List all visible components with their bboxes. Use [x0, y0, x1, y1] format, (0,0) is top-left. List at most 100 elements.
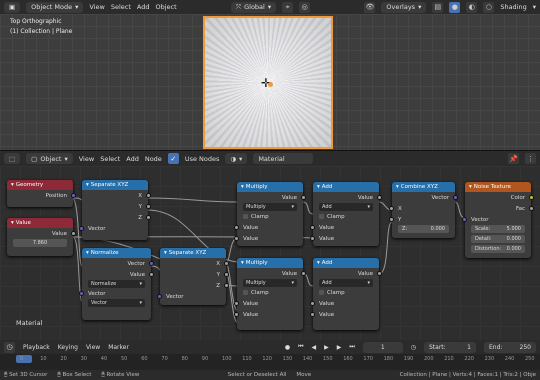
timeline-tick: 230 — [484, 356, 495, 362]
snap-node-icon[interactable]: ⋮ — [525, 153, 536, 164]
vector-select[interactable]: Vector ▾ — [88, 299, 145, 307]
distortion-field[interactable]: Distortion: 0.000 — [471, 245, 525, 253]
separate-xyz-node-2[interactable]: ▾ Separate XYZ X Y Z Vector — [157, 248, 229, 305]
normalize-op-select[interactable]: Normalize ▾ — [88, 280, 145, 288]
clamp-checkbox[interactable]: Clamp — [313, 211, 379, 222]
timeline-tick: 110 — [242, 356, 252, 362]
current-frame-field[interactable]: 1 — [362, 341, 403, 353]
material-sphere-icon: ◑ — [230, 154, 237, 163]
add-node-1[interactable]: ▾ Add Value Add ▾ Clamp Value Value — [310, 182, 382, 246]
proportional-icon[interactable]: ◎ — [299, 1, 311, 13]
rendered-shading-icon[interactable]: ○ — [483, 1, 495, 13]
node-editor-type-button[interactable]: ⬚ — [4, 153, 21, 164]
timeline-tick: 50 — [121, 356, 128, 362]
noise-texture-node[interactable]: ▾ Noise Texture Color Fac Vector Scale: 5.… — [462, 182, 534, 258]
node-editor-canvas[interactable]: ▾ Geometry Position ▾ Value Value 7.860 ▾ S… — [0, 166, 540, 341]
add-node-2[interactable]: ▾ Add Value Add ▾ Clamp Value Value — [310, 258, 382, 330]
menu-add[interactable]: Add — [137, 3, 150, 11]
geometry-node[interactable]: ▾ Geometry Position — [7, 180, 76, 207]
node-icon: ⬚ — [9, 154, 16, 163]
next-key-icon[interactable]: ▶ — [337, 344, 342, 351]
orientation-select[interactable]: ⤧ Global ▾ — [230, 1, 277, 13]
clamp-checkbox[interactable]: Clamp — [237, 287, 303, 298]
jump-start-icon[interactable]: ⏮ — [298, 343, 303, 351]
status-item: 🖱 Set 3D Cursor — [4, 371, 48, 378]
multiply-node-1[interactable]: ▾ Multiply Value Multiply ▾ Clamp Value Va… — [234, 182, 306, 246]
clamp-checkbox[interactable]: Clamp — [237, 211, 303, 222]
shading-menu[interactable]: Shading — [500, 3, 526, 11]
xray-icon[interactable]: ▤ — [432, 1, 444, 13]
play-icon[interactable]: ▶ — [324, 344, 329, 351]
value-node[interactable]: ▾ Value Value 7.860 — [7, 218, 76, 256]
timeline-tick: 150 — [323, 356, 333, 362]
editor-type-button[interactable]: ▣ — [4, 1, 21, 13]
object-icon: ▢ — [31, 154, 38, 163]
material-shading-icon[interactable]: ◐ — [466, 1, 478, 13]
math-op-select[interactable]: Add ▾ — [319, 203, 373, 211]
separate-xyz-node[interactable]: ▾ Separate XYZ X Y Z Vector — [79, 180, 151, 240]
timeline-tick: 80 — [181, 356, 188, 362]
timeline-tick: 240 — [504, 356, 515, 362]
menu-view[interactable]: View — [89, 3, 104, 11]
menu-select[interactable]: Select — [111, 3, 131, 11]
use-nodes-checkbox[interactable]: ✓ — [167, 153, 179, 164]
eye-icon[interactable]: 👁 — [364, 1, 376, 13]
z-field[interactable]: Z: 0.000 — [398, 225, 449, 233]
menu-object[interactable]: Object — [155, 3, 176, 11]
timeline-tick: 250 — [525, 356, 535, 362]
timeline-tick: 70 — [161, 356, 168, 362]
overlays-button[interactable]: Overlays ▾ — [381, 1, 427, 13]
node-menu-add[interactable]: Add — [126, 155, 139, 163]
scene-info: Collection | Plane | Verts:4 | Faces:1 |… — [399, 372, 537, 378]
timeline-tick: 100 — [222, 356, 232, 362]
snap-icon[interactable]: ⌖ — [282, 1, 294, 13]
scale-field[interactable]: Scale: 5.000 — [471, 225, 525, 233]
node-menu-select[interactable]: Select — [100, 155, 120, 163]
timeline-playback[interactable]: Playback — [23, 344, 50, 351]
preview-range-icon[interactable]: ◷ — [411, 344, 416, 351]
multiply-node-2[interactable]: ▾ Multiply Value Multiply ▾ Clamp Value Va… — [234, 258, 306, 330]
clamp-checkbox[interactable]: Clamp — [313, 287, 379, 298]
timeline-tick: 140 — [302, 356, 313, 362]
timeline-tick: 20 — [60, 356, 67, 362]
timeline-tick: 90 — [201, 356, 209, 362]
detail-field[interactable]: Detail: 0.000 — [471, 235, 525, 243]
math-op-select[interactable]: Multiply ▾ — [243, 203, 297, 211]
timeline-keying[interactable]: Keying — [58, 344, 78, 351]
timeline-tick: 10 — [40, 356, 47, 362]
timeline-marker[interactable]: Marker — [108, 344, 129, 351]
node-menu-view[interactable]: View — [79, 155, 94, 163]
timeline-ruler[interactable]: 0 10 20 30 40 50 60 70 80 90 100 110 120 130 140 150 160… — [0, 354, 540, 370]
timeline-tick: 180 — [383, 356, 394, 362]
playhead[interactable] — [16, 355, 32, 363]
value-field[interactable]: 7.860 — [13, 239, 67, 247]
prev-key-icon[interactable]: ◀ — [311, 344, 316, 351]
viewport-header: ▣ Object Mode ▾ View Select Add Object ⤧… — [0, 0, 540, 14]
math-op-select[interactable]: Multiply ▾ — [243, 279, 297, 287]
timeline-view[interactable]: View — [86, 344, 100, 351]
3d-viewport[interactable]: Top Orthographic (1) Collection | Plane … — [0, 14, 540, 150]
use-nodes-label: Use Nodes — [184, 154, 220, 163]
view-name: Top Orthographic — [10, 18, 62, 25]
normalize-node[interactable]: ▾ Normalize Vector Value Normalize ▾ Vecto… — [79, 248, 154, 320]
end-frame-field[interactable]: End: 250 — [484, 341, 536, 353]
pin-icon[interactable]: 📌 — [508, 153, 519, 164]
combine-xyz-node[interactable]: ▾ Combine XYZ Vector X Y Z: 0.000 — [389, 182, 458, 238]
jump-end-icon[interactable]: ⏭ — [349, 343, 354, 351]
material-name-field[interactable]: Material — [253, 153, 314, 164]
node-menu-node[interactable]: Node — [145, 155, 162, 163]
start-frame-field[interactable]: Start: 1 — [424, 341, 476, 353]
mode-select[interactable]: Object Mode ▾ — [26, 1, 84, 13]
timeline-tick: 120 — [262, 356, 272, 362]
transform-icon: ⤧ — [235, 2, 242, 11]
clock-icon[interactable]: ◷ — [4, 341, 15, 353]
timeline-tick: 30 — [80, 356, 87, 362]
status-bar: 🖱 Set 3D Cursor 🖱 Box Select 🖱 Rotate Vi… — [0, 370, 540, 380]
position-socket: Position — [7, 190, 76, 201]
timeline-tick: 210 — [444, 356, 454, 362]
math-op-select[interactable]: Add ▾ — [319, 279, 373, 287]
record-icon[interactable]: ● — [285, 344, 290, 351]
solid-shading-icon[interactable]: ● — [449, 1, 461, 13]
material-slot-select[interactable]: ◑ ▾ — [225, 153, 248, 164]
shader-type-select[interactable]: ▢ Object ▾ — [26, 153, 73, 164]
